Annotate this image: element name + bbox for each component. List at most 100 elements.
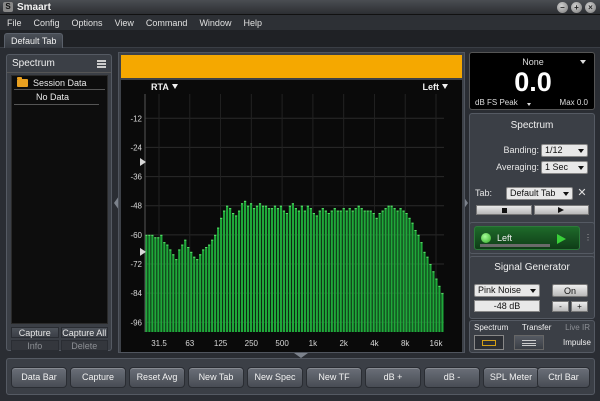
menu-help[interactable]: Help <box>237 18 268 28</box>
spectrum-bar <box>324 210 327 332</box>
command-bar: Data Bar Capture Reset Avg New Tab New S… <box>6 358 595 395</box>
meter-mode[interactable]: dB FS Peak <box>475 98 518 107</box>
stop-button[interactable] <box>476 205 532 215</box>
signal-level-plus-button[interactable]: + <box>571 301 588 312</box>
mode-tab-transfer[interactable]: Transfer <box>520 323 554 332</box>
ctrl-bar-button[interactable]: Ctrl Bar <box>537 367 590 388</box>
mode-tab-live-ir[interactable]: Live IR <box>563 323 592 332</box>
tools-icon[interactable]: ✕ <box>576 187 588 199</box>
spectrum-bar-peak <box>294 208 297 210</box>
menu-window[interactable]: Window <box>193 18 237 28</box>
mode-tab-spectrum[interactable]: Spectrum <box>472 323 510 332</box>
signal-level-field[interactable]: -48 dB <box>474 300 540 312</box>
plot-type-selector[interactable]: RTA <box>151 82 178 92</box>
level-meter[interactable]: None 0.0 dB FS Peak Max 0.0 <box>469 52 595 110</box>
single-view-button[interactable] <box>474 335 504 350</box>
spl-meter-button[interactable]: SPL Meter <box>483 367 539 388</box>
capture-button[interactable]: Capture <box>11 327 59 338</box>
panel-menu-icon[interactable] <box>97 60 106 68</box>
maximize-button[interactable]: + <box>571 2 582 13</box>
spectrum-bar <box>288 205 292 332</box>
menu-config[interactable]: Config <box>28 18 66 28</box>
tab-select[interactable]: Default Tab <box>506 187 573 200</box>
info-button[interactable]: Info <box>11 340 59 351</box>
spectrum-bar <box>181 244 184 332</box>
mode-tab-impulse[interactable]: Impulse <box>563 338 591 347</box>
spectrum-bar-peak <box>300 205 303 207</box>
new-tab-button[interactable]: New Tab <box>188 367 244 388</box>
meter-mode-dropdown-icon[interactable] <box>527 103 531 106</box>
menu-view[interactable]: View <box>109 18 140 28</box>
plot-channel-selector[interactable]: Left <box>423 82 448 92</box>
spectrum-bar <box>273 205 277 332</box>
transport-controls <box>476 205 589 215</box>
x-tick-label: 16k <box>430 339 444 348</box>
tab-dropdown-icon <box>563 192 569 196</box>
channel-play-icon[interactable] <box>557 234 566 244</box>
menu-file[interactable]: File <box>0 18 28 28</box>
plot-channel-dropdown-icon <box>442 84 448 89</box>
spectrum-bar <box>211 239 214 332</box>
capture-command-button[interactable]: Capture <box>70 367 126 388</box>
spectrum-bar-peak <box>309 208 312 210</box>
spectrum-bar <box>172 254 175 332</box>
spectrum-bar-peak <box>303 210 306 212</box>
spectrum-bar <box>312 213 315 332</box>
channel-left-button[interactable]: Left <box>474 226 580 250</box>
smaart-window: S Smaart – + × File Config Options View … <box>0 0 600 401</box>
spectrum-bar <box>169 249 172 332</box>
spectrum-bar-peak <box>387 205 390 207</box>
rta-plot[interactable]: -12 -24 -36 -48 -60 -72 -84 -96 31.5 63 125 250 500 1… <box>121 80 462 352</box>
db-plus-button[interactable]: dB + <box>365 367 421 388</box>
spectrum-bar <box>291 203 294 332</box>
db-minus-button[interactable]: dB - <box>424 367 480 388</box>
capture-all-button[interactable]: Capture All <box>60 327 108 338</box>
spectrum-bar <box>145 234 148 332</box>
menu-command[interactable]: Command <box>140 18 194 28</box>
spectrum-bar-peak <box>249 203 253 205</box>
meter-source-dropdown-icon[interactable] <box>580 60 586 64</box>
new-tf-button[interactable]: New TF <box>306 367 362 388</box>
banding-select[interactable]: 1/12 <box>541 144 588 157</box>
tab-default[interactable]: Default Tab <box>4 33 64 49</box>
spectrum-bar-peak <box>190 251 193 253</box>
channel-drag-handle-icon[interactable]: ⋮ <box>584 233 592 242</box>
spectrum-bar <box>276 208 280 332</box>
single-plot-icon <box>482 340 496 346</box>
channel-panel: Left ⋮ <box>469 222 595 254</box>
new-spec-button[interactable]: New Spec <box>247 367 303 388</box>
spectrum-bar <box>297 210 300 332</box>
channel-level-meter <box>480 244 550 247</box>
spectrum-bar <box>148 234 151 332</box>
spectrum-bar <box>432 271 435 332</box>
spectrum-bar <box>417 234 420 332</box>
plot-header-bar[interactable] <box>121 55 462 78</box>
signal-type-select[interactable]: Pink Noise <box>474 284 540 297</box>
plot-type-label: RTA <box>151 82 169 92</box>
run-button[interactable] <box>533 205 589 215</box>
data-bar-button[interactable]: Data Bar <box>11 367 67 388</box>
signal-level-minus-button[interactable]: - <box>552 301 569 312</box>
close-button[interactable]: × <box>585 2 596 13</box>
spectrum-bar-peak <box>375 217 378 219</box>
spectrum-bar-peak <box>243 200 247 202</box>
spectrum-bar <box>202 249 205 332</box>
spectrum-bar <box>199 254 202 332</box>
reset-avg-button[interactable]: Reset Avg <box>129 367 185 388</box>
delete-button[interactable]: Delete <box>60 340 108 351</box>
spectrum-bar <box>235 215 238 332</box>
signal-on-button[interactable]: On <box>552 284 588 297</box>
averaging-value: 1 Sec <box>545 162 569 172</box>
x-tick-label: 4k <box>370 339 379 348</box>
averaging-select[interactable]: 1 Sec <box>541 161 588 174</box>
spectrum-bar <box>229 208 232 332</box>
menu-options[interactable]: Options <box>66 18 109 28</box>
dual-view-button[interactable] <box>514 335 544 350</box>
minimize-button[interactable]: – <box>557 2 568 13</box>
spectrum-bar <box>330 210 333 332</box>
spectrum-bar-peak <box>378 213 381 214</box>
spectrum-bar <box>348 208 351 332</box>
session-data-folder[interactable]: Session Data <box>14 76 105 90</box>
spectrum-bar <box>336 210 339 332</box>
spectrum-bar-peak <box>285 213 289 214</box>
